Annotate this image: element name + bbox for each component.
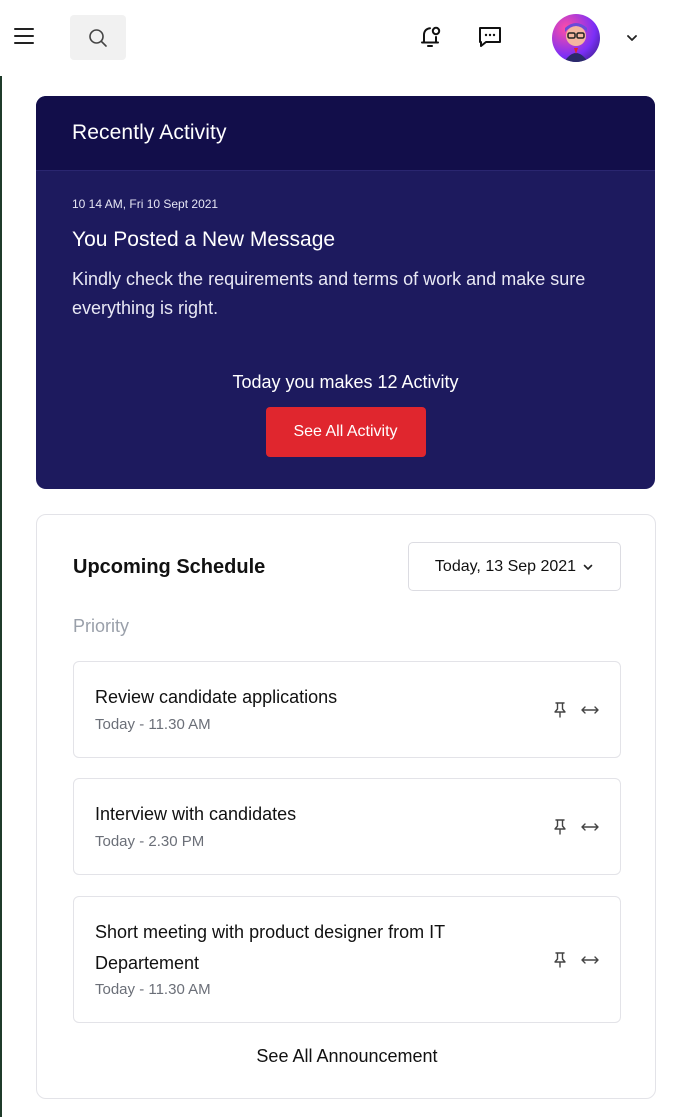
messages-button[interactable] (474, 21, 506, 53)
pin-icon[interactable] (552, 701, 568, 719)
notifications-button[interactable] (415, 21, 447, 53)
schedule-item-title: Interview with candidates (95, 804, 297, 824)
activity-today-count: Today you makes 12 Activity (232, 372, 459, 392)
upcoming-schedule-card: Upcoming Schedule Today, 13 Sep 2021 Pri… (36, 514, 656, 1099)
profile-menu-toggle[interactable] (616, 22, 648, 54)
recent-activity-title: Recently Activity (72, 121, 227, 144)
activity-post-description: Kindly check the requirements and terms … (72, 269, 586, 318)
schedule-item-title: Review candidate applications (95, 687, 338, 707)
chevron-down-icon (583, 564, 593, 570)
move-arrows-icon[interactable] (580, 820, 600, 834)
recent-activity-card: Recently Activity 10 14 AM, Fri 10 Sept … (36, 96, 655, 489)
schedule-item-time: Today - 11.30 AM (95, 716, 211, 733)
schedule-item-actions (552, 951, 600, 969)
schedule-item-title: Short meeting with product designer from… (95, 922, 445, 973)
recent-activity-header: Recently Activity (36, 96, 655, 171)
window-edge (0, 0, 2, 1117)
priority-label: Priority (73, 616, 130, 636)
move-arrows-icon[interactable] (580, 953, 600, 967)
schedule-item-time: Today - 2.30 PM (95, 833, 205, 850)
avatar[interactable] (552, 14, 600, 62)
pin-icon[interactable] (552, 951, 568, 969)
schedule-item-actions (552, 818, 600, 836)
chevron-down-icon (627, 35, 637, 41)
schedule-title: Upcoming Schedule (73, 556, 266, 578)
schedule-item[interactable]: Review candidate applications Today - 11… (73, 661, 621, 758)
see-all-announcement-link[interactable]: See All Announcement (37, 1046, 657, 1067)
menu-icon[interactable] (14, 28, 34, 44)
bell-icon (421, 26, 441, 47)
chat-icon (479, 27, 501, 47)
schedule-date-select[interactable]: Today, 13 Sep 2021 (408, 542, 621, 591)
schedule-item-actions (552, 701, 600, 719)
schedule-item[interactable]: Interview with candidates Today - 2.30 P… (73, 778, 621, 875)
recent-activity-body: 10 14 AM, Fri 10 Sept 2021 You Posted a … (36, 171, 655, 457)
schedule-item[interactable]: Short meeting with product designer from… (73, 896, 621, 1023)
search-button[interactable] (70, 15, 126, 60)
see-all-activity-button[interactable]: See All Activity (265, 407, 426, 457)
top-bar (0, 0, 686, 76)
activity-timestamp: 10 14 AM, Fri 10 Sept 2021 (72, 197, 219, 211)
search-icon (89, 28, 107, 47)
user-avatar-icon (564, 23, 588, 62)
activity-post-title: You Posted a New Message (72, 228, 336, 251)
schedule-item-time: Today - 11.30 AM (95, 981, 211, 998)
pin-icon[interactable] (552, 818, 568, 836)
move-arrows-icon[interactable] (580, 703, 600, 717)
schedule-date-value: Today, 13 Sep 2021 (434, 557, 577, 575)
